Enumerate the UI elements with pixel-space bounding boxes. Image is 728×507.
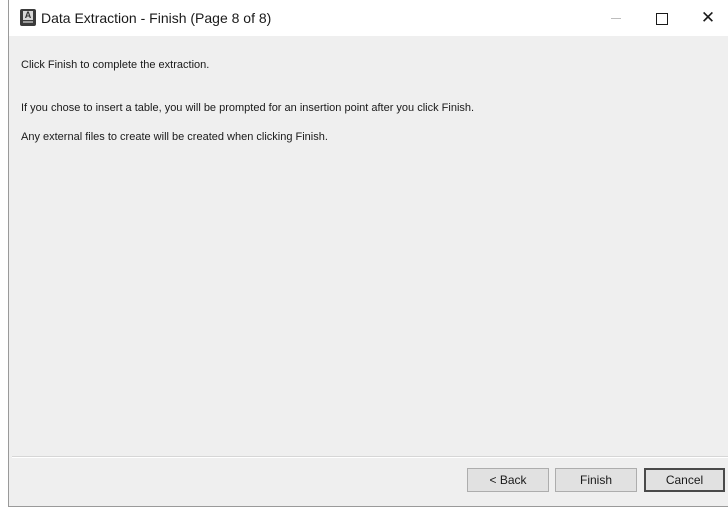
- dialog-window: A Data Extraction - Finish (Page 8 of 8)…: [8, 0, 728, 507]
- back-button[interactable]: < Back: [467, 468, 549, 492]
- minimize-button[interactable]: [593, 0, 639, 36]
- instruction-text: Click Finish to complete the extraction.: [21, 59, 210, 71]
- minimize-icon: [611, 18, 621, 19]
- maximize-icon: [656, 12, 668, 25]
- button-separator: [12, 456, 728, 458]
- window-title: Data Extraction - Finish (Page 8 of 8): [41, 10, 272, 26]
- finish-button[interactable]: Finish: [555, 468, 637, 492]
- title-bar[interactable]: A Data Extraction - Finish (Page 8 of 8)…: [9, 0, 728, 36]
- cancel-button[interactable]: Cancel: [644, 468, 725, 492]
- external-files-note: Any external files to create will be cre…: [21, 131, 328, 143]
- maximize-button[interactable]: [639, 0, 685, 36]
- table-insertion-note: If you chose to insert a table, you will…: [21, 102, 475, 114]
- autocad-icon: A: [20, 9, 36, 26]
- close-button[interactable]: ✕: [685, 0, 728, 36]
- close-icon: ✕: [700, 8, 716, 28]
